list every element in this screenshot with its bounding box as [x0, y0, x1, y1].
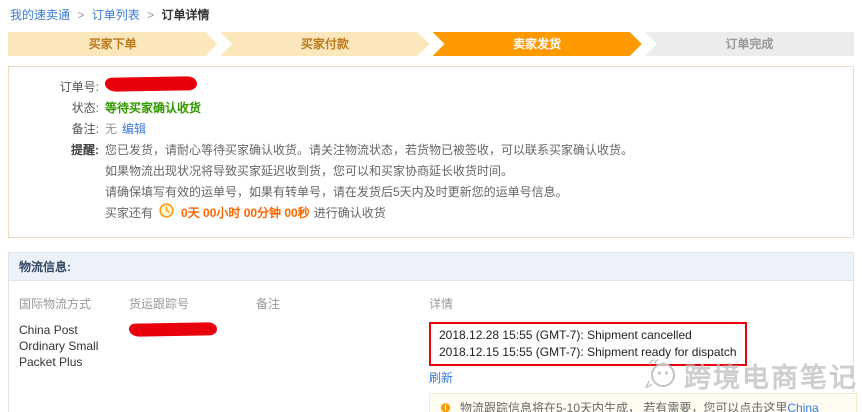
order-note-row: 备注: 无 编辑 [19, 119, 843, 140]
logistics-body: 国际物流方式 货运跟踪号 备注 详情 China Post Ordinary S… [9, 281, 857, 412]
shipping-method-value: China Post Ordinary Small Packet Plus [19, 323, 99, 369]
refresh-link[interactable]: 刷新 [429, 369, 453, 386]
countdown-prefix: 买家还有 [105, 206, 154, 220]
col-header-detail: 详情 [429, 297, 454, 311]
tracking-number-cell [128, 322, 256, 412]
step-buyer-ordered: 买家下单 [8, 32, 217, 56]
note-cell [256, 322, 429, 412]
breadcrumb: 我的速卖通 > 订单列表 > 订单详情 [0, 0, 862, 23]
countdown-value: 0天 00小时 00分钟 00秒 [181, 206, 310, 220]
shipment-event: 2018.12.15 15:55 (GMT-7): Shipment ready… [439, 345, 737, 359]
countdown-suffix: 进行确认收货 [313, 206, 386, 220]
detail-cell: 2018.12.28 15:55 (GMT-7): Shipment cance… [429, 322, 857, 412]
breadcrumb-link-my-aliexpress[interactable]: 我的速卖通 [10, 8, 70, 22]
order-progress-steps: 买家下单 买家付款 卖家发货 订单完成 [8, 32, 854, 56]
order-status-label: 状态: [71, 101, 99, 115]
col-header-tracking-number: 货运跟踪号 [129, 297, 190, 311]
tracking-tip-box: 物流跟踪信息将在5-10天内生成， 若有需要，您可以点击这里China Post… [429, 393, 857, 412]
reminder-line: 请确保填写有效的运单号，如果有转单号，请在发货后5天内及时更新您的运单号信息。 [105, 185, 568, 199]
clock-icon [159, 203, 174, 225]
tip-text: 物流跟踪信息将在5-10天内生成， 若有需要，您可以点击这里 [460, 401, 788, 412]
step-order-complete: 订单完成 [644, 32, 854, 56]
col-header-note: 备注 [256, 297, 281, 311]
order-info-panel: 订单号: 状态: 等待买家确认收货 备注: 无 编辑 提醒: 您已发货，请耐心等… [8, 66, 854, 238]
reminder-row-3: 请确保填写有效的运单号，如果有转单号，请在发货后5天内及时更新您的运单号信息。 [19, 182, 843, 203]
reminder-label: 提醒: [71, 143, 99, 157]
breadcrumb-separator: > [77, 8, 85, 22]
order-detail-page: 我的速卖通 > 订单列表 > 订单详情 买家下单 买家付款 卖家发货 订单完成 … [0, 0, 862, 412]
logistics-section-title: 物流信息: [9, 253, 853, 281]
shipment-events-highlight: 2018.12.28 15:55 (GMT-7): Shipment cance… [429, 322, 747, 366]
logistics-table-header: 国际物流方式 货运跟踪号 备注 详情 [19, 295, 843, 312]
step-buyer-paid: 买家付款 [220, 32, 429, 56]
logistics-panel: 物流信息: 国际物流方式 货运跟踪号 备注 详情 China Post Ordi… [8, 252, 857, 412]
lightbulb-icon [440, 403, 451, 412]
reminder-line: 您已发货，请耐心等待买家确认收货。请关注物流状态，若货物已被签收，可以联系买家确… [105, 143, 634, 157]
breadcrumb-separator: > [147, 8, 155, 22]
order-note-value: 无 [105, 122, 118, 136]
order-number-redaction [104, 76, 198, 92]
order-status-row: 状态: 等待买家确认收货 [19, 98, 843, 119]
edit-note-link[interactable]: 编辑 [122, 119, 146, 140]
reminder-line: 如果物流出现状况将导致买家延迟收到货，您可以和买家协商延长收货时间。 [105, 164, 514, 178]
shipment-event: 2018.12.28 15:55 (GMT-7): Shipment cance… [439, 328, 692, 342]
tracking-number-redaction [128, 322, 218, 338]
col-header-shipping-method: 国际物流方式 [19, 297, 92, 311]
breadcrumb-current: 订单详情 [161, 8, 210, 22]
logistics-table-row: China Post Ordinary Small Packet Plus 20… [19, 322, 857, 412]
reminder-row-1: 提醒: 您已发货，请耐心等待买家确认收货。请关注物流状态，若货物已被签收，可以联… [19, 140, 843, 161]
order-note-label: 备注: [71, 122, 99, 136]
reminder-row-2: 如果物流出现状况将导致买家延迟收到货，您可以和买家协商延长收货时间。 [19, 161, 843, 182]
breadcrumb-link-order-list[interactable]: 订单列表 [92, 8, 140, 22]
confirm-countdown-row: 买家还有 0天 00小时 00分钟 00秒 进行确认收货 [19, 203, 843, 225]
order-number-row: 订单号: [19, 76, 843, 98]
order-number-label: 订单号: [59, 80, 99, 94]
step-seller-shipped: 卖家发货 [433, 32, 642, 56]
order-status-value: 等待买家确认收货 [105, 101, 202, 115]
